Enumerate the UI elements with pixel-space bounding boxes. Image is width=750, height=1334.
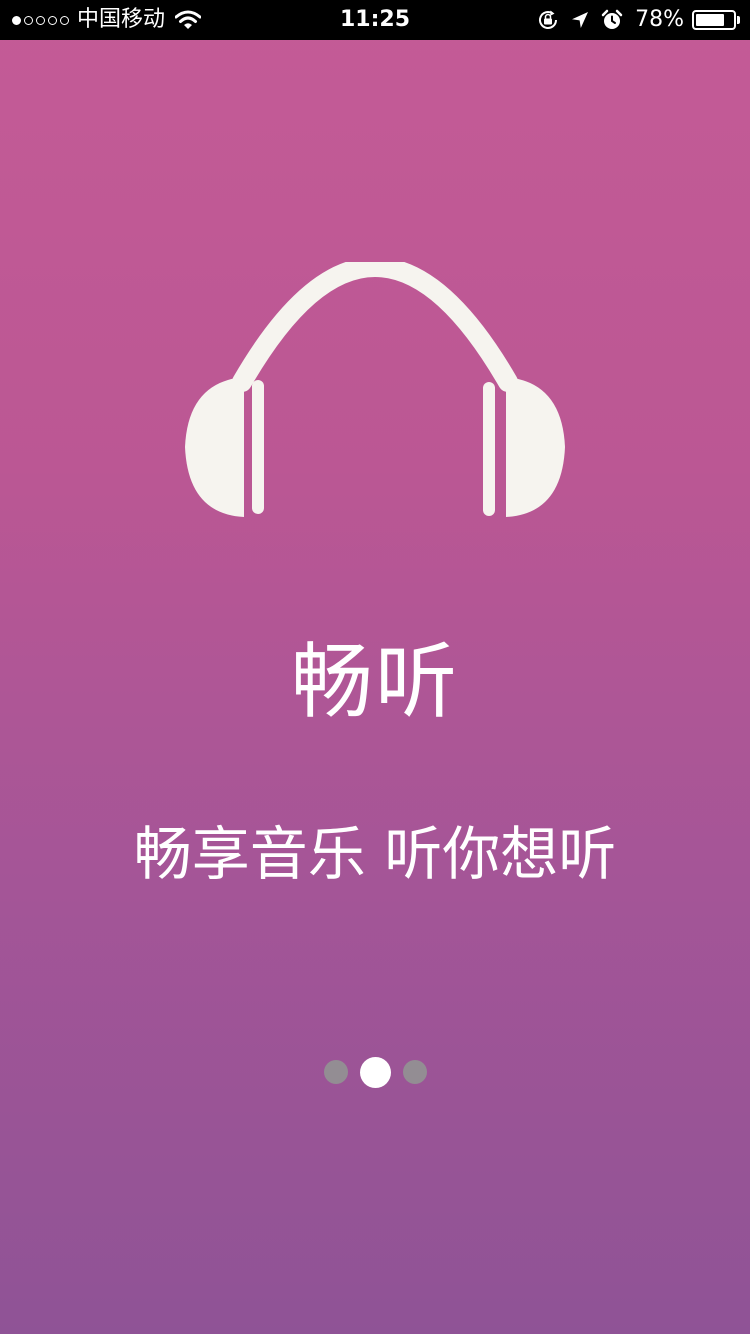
location-arrow-icon	[572, 12, 589, 28]
signal-strength-indicator	[12, 15, 69, 25]
orientation-lock-icon	[539, 10, 558, 29]
signal-dot	[36, 15, 45, 25]
status-right: 78%	[537, 0, 740, 40]
battery-percentage: 78%	[635, 7, 684, 32]
battery-tip	[737, 16, 740, 24]
alarm-icon	[601, 9, 623, 29]
carrier-name: 中国移动	[77, 7, 166, 32]
app-title: 畅听	[290, 635, 459, 730]
status-bar: 中国移动 11:25 78%	[0, 0, 750, 40]
signal-dot	[12, 15, 21, 25]
headphones-icon	[185, 262, 565, 517]
battery-icon	[692, 10, 736, 30]
page-dot[interactable]	[402, 1060, 427, 1084]
signal-dot	[24, 15, 33, 25]
app-slogan: 畅享音乐 听你想听	[133, 820, 617, 888]
signal-dot	[48, 15, 57, 25]
page-indicator[interactable]	[0, 1056, 750, 1088]
battery-level-fill	[696, 14, 725, 26]
status-left: 中国移动	[12, 0, 202, 40]
wifi-icon	[175, 10, 202, 29]
signal-dot	[60, 15, 69, 25]
page-dot[interactable]	[323, 1060, 348, 1084]
page-dot-active[interactable]	[359, 1056, 391, 1088]
